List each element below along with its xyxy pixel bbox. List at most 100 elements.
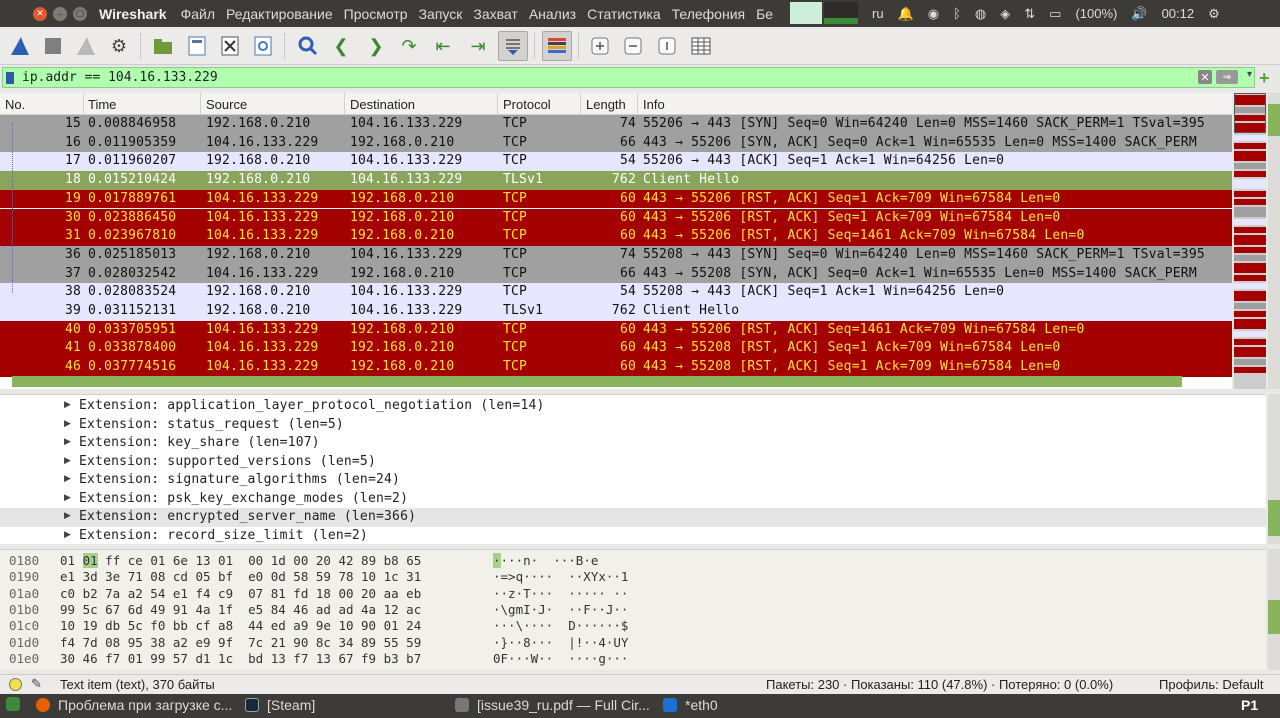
menu-wireless[interactable]: Бе <box>756 6 773 22</box>
workspace-indicator[interactable]: P1 <box>1241 697 1258 713</box>
filter-dropdown-icon[interactable]: ▾ <box>1247 69 1252 80</box>
go-to-packet-icon[interactable]: ↷ <box>396 33 422 59</box>
reload-icon[interactable] <box>250 33 276 59</box>
packet-row[interactable]: 36 0.025185013 192.168.0.210 104.16.133.229… <box>0 245 1232 265</box>
task-firefox[interactable]: Проблема при загрузке с... <box>36 697 232 713</box>
detail-tree-item[interactable]: ▶ Extension: status_request (len=5) <box>0 416 1266 435</box>
packet-details-tree[interactable]: ▶ Extension: application_layer_protocol_n… <box>0 394 1266 544</box>
menu-edit[interactable]: Редактирование <box>226 6 333 22</box>
display-filter-text[interactable]: ip.addr == 104.16.133.229 <box>22 70 218 85</box>
expert-info-indicator-icon[interactable] <box>9 678 22 691</box>
go-last-icon[interactable]: ⇥ <box>465 33 491 59</box>
packet-list-minimap[interactable] <box>1234 93 1266 389</box>
detail-tree-item[interactable]: ▶ Extension: application_layer_protocol_n… <box>0 397 1266 416</box>
hex-dump-row[interactable]: 01a0 c0 b2 7a a2 54 e1 f4 c9 07 81 fd 18 … <box>0 586 1266 602</box>
packet-row[interactable]: 31 0.023967810 104.16.133.229 192.168.0.210… <box>0 227 1232 246</box>
clock[interactable]: 00:12 <box>1162 6 1195 21</box>
autoscroll-icon[interactable] <box>498 31 528 61</box>
filter-clear-icon[interactable]: ✕ <box>1198 70 1212 84</box>
packet-row[interactable]: 15 0.008846958 192.168.0.210 104.16.133.229… <box>0 115 1232 134</box>
task-pdf-viewer[interactable]: [issue39_ru.pdf — Full Cir... <box>455 697 650 713</box>
task-wireshark[interactable]: *eth0 <box>663 697 718 713</box>
menu-capture[interactable]: Захват <box>473 6 517 22</box>
packet-row[interactable]: 16 0.011905359 104.16.133.229 192.168.0.210… <box>0 133 1232 153</box>
save-file-icon[interactable] <box>184 33 210 59</box>
packet-row-selected[interactable]: 18 0.015210424 192.168.0.210 104.16.133.229… <box>0 171 1232 190</box>
chrome-icon[interactable]: ◍ <box>975 6 986 22</box>
menu-statistics[interactable]: Статистика <box>587 6 661 22</box>
details-vscroll-thumb[interactable] <box>1268 500 1280 536</box>
filter-bookmark-icon[interactable] <box>6 71 14 84</box>
zoom-out-icon[interactable] <box>620 33 646 59</box>
settings-gear-icon[interactable]: ⚙ <box>1208 6 1220 22</box>
open-folder-icon[interactable] <box>150 33 176 59</box>
packet-row[interactable]: 46 0.037774516 104.16.133.229 192.168.0.210… <box>0 358 1232 377</box>
detail-tree-item[interactable]: ▶ Extension: supported_versions (len=5) <box>0 453 1266 472</box>
window-maximize-icon[interactable]: ▢ <box>73 6 87 21</box>
menu-file[interactable]: Файл <box>181 6 215 22</box>
window-close-icon[interactable]: ✕ <box>33 6 47 21</box>
find-packet-icon[interactable] <box>295 33 321 59</box>
column-header-destination[interactable]: Destination <box>350 97 415 112</box>
packet-bytes-pane[interactable]: 0180 01 01 ff ce 01 6e 13 01 00 1d 00 20 … <box>0 549 1266 670</box>
packet-row[interactable]: 37 0.028032542 104.16.133.229 192.168.0.210… <box>0 264 1232 284</box>
edit-comment-icon[interactable]: ✎ <box>31 676 42 692</box>
window-minimize-icon[interactable]: – <box>53 6 67 21</box>
column-header-time[interactable]: Time <box>88 97 116 112</box>
menu-analyze[interactable]: Анализ <box>529 6 576 22</box>
packet-row[interactable]: 39 0.031152131 192.168.0.210 104.16.133.229… <box>0 302 1232 321</box>
go-back-icon[interactable]: ❮ <box>328 33 354 59</box>
column-header-source[interactable]: Source <box>206 97 247 112</box>
expand-arrow-icon[interactable]: ▶ <box>64 455 71 466</box>
packet-list-hscrollbar[interactable] <box>12 376 1182 387</box>
column-header-info[interactable]: Info <box>643 97 665 112</box>
menu-view[interactable]: Просмотр <box>344 6 408 22</box>
capture-options-gear-icon[interactable]: ⚙ <box>106 33 132 59</box>
resize-columns-icon[interactable] <box>688 33 714 59</box>
hex-dump-row[interactable]: 01d0 f4 7d 08 95 38 a2 e9 9f 7c 21 90 8c … <box>0 635 1266 651</box>
bluetooth-icon[interactable]: ᛒ <box>953 6 961 21</box>
display-filter-input[interactable]: ip.addr == 104.16.133.229 ✕ ⇒ ▾ <box>2 67 1255 88</box>
detail-tree-item[interactable]: ▶ Extension: record_size_limit (len=2) <box>0 527 1266 545</box>
expand-arrow-icon[interactable]: ▶ <box>64 473 71 484</box>
detail-tree-item[interactable]: ▶ Extension: key_share (len=107) <box>0 434 1266 453</box>
start-capture-icon[interactable] <box>7 33 33 59</box>
bytes-vscroll-thumb[interactable] <box>1268 600 1280 634</box>
filter-apply-icon[interactable]: ⇒ <box>1216 70 1238 84</box>
expand-arrow-icon[interactable]: ▶ <box>64 418 71 429</box>
battery-icon[interactable]: ▭ <box>1049 6 1061 22</box>
notification-bell-icon[interactable]: 🔔 <box>898 6 914 22</box>
normal-size-icon[interactable] <box>654 33 680 59</box>
stop-capture-icon[interactable] <box>40 33 66 59</box>
status-profile[interactable]: Профиль: Default <box>1159 677 1264 692</box>
network-icon[interactable]: ⇅ <box>1024 6 1035 22</box>
nvidia-icon[interactable]: ◈ <box>1000 6 1010 22</box>
menu-go[interactable]: Запуск <box>419 6 463 22</box>
close-file-icon[interactable] <box>217 33 243 59</box>
packet-list-vscroll-thumb[interactable] <box>1268 104 1280 136</box>
expand-arrow-icon[interactable]: ▶ <box>64 510 71 521</box>
go-forward-icon[interactable]: ❯ <box>363 33 389 59</box>
expand-arrow-icon[interactable]: ▶ <box>64 529 71 540</box>
hex-dump-row[interactable]: 01e0 30 46 f7 01 99 57 d1 1c bd 13 f7 13 … <box>0 651 1266 667</box>
expand-arrow-icon[interactable]: ▶ <box>64 399 71 410</box>
packet-row[interactable]: 41 0.033878400 104.16.133.229 192.168.0.210… <box>0 339 1232 359</box>
column-header-length[interactable]: Length <box>586 97 626 112</box>
colorize-icon[interactable] <box>542 31 572 61</box>
volume-icon[interactable]: 🔊 <box>1131 6 1147 22</box>
detail-tree-item[interactable]: ▶ Extension: encrypted_server_name (len=3… <box>0 508 1266 527</box>
column-header-protocol[interactable]: Protocol <box>503 97 551 112</box>
expand-arrow-icon[interactable]: ▶ <box>64 492 71 503</box>
steam-icon[interactable]: ◉ <box>928 6 939 22</box>
packet-row[interactable]: 40 0.033705951 104.16.133.229 192.168.0.210… <box>0 320 1232 340</box>
packet-row[interactable]: 30 0.023886450 104.16.133.229 192.168.0.210… <box>0 208 1232 228</box>
packet-list[interactable]: No. Time Source Destination Protocol Len… <box>0 93 1232 389</box>
hex-dump-row[interactable]: 0180 01 01 ff ce 01 6e 13 01 00 1d 00 20 … <box>0 553 1266 569</box>
packet-row[interactable]: 19 0.017889761 104.16.133.229 192.168.0.210… <box>0 189 1232 209</box>
hex-dump-row[interactable]: 01c0 10 19 db 5c f0 bb cf a8 44 ed a9 9e … <box>0 618 1266 634</box>
task-steam[interactable]: [Steam] <box>245 697 315 713</box>
restart-capture-icon[interactable] <box>73 33 99 59</box>
detail-tree-item[interactable]: ▶ Extension: signature_algorithms (len=24… <box>0 471 1266 490</box>
packet-list-vscroll-track[interactable] <box>1268 93 1280 389</box>
column-header-no[interactable]: No. <box>5 97 25 112</box>
